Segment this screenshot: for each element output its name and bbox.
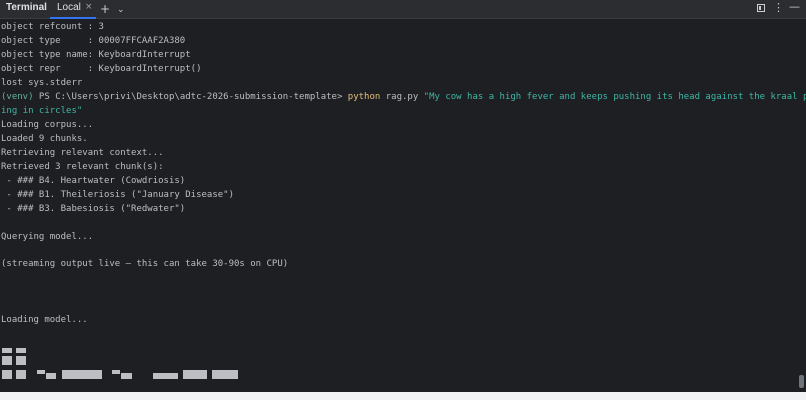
tool-window-title: Terminal bbox=[6, 2, 47, 13]
glyph-block bbox=[2, 370, 12, 379]
command-line: (venv) PS C:\Users\privi\Desktop\adtc-20… bbox=[1, 91, 806, 104]
output-line: object repr : KeyboardInterrupt() bbox=[1, 64, 202, 74]
output-line: - ### B1. Theileriosis ("January Disease… bbox=[1, 190, 234, 200]
glyph-block bbox=[46, 373, 56, 379]
output-line: object type name: KeyboardInterrupt bbox=[1, 50, 191, 60]
glyph-block bbox=[16, 348, 26, 353]
terminal-output[interactable]: object refcount : 3 object type : 00007F… bbox=[0, 20, 806, 392]
output-line: - ### B3. Babesiosis ("Redwater") bbox=[1, 204, 186, 214]
output-line: Retrieved 3 relevant chunk(s): bbox=[1, 162, 164, 172]
output-line: Retrieving relevant context... bbox=[1, 148, 164, 158]
glyph-block bbox=[62, 370, 102, 379]
glyph-block bbox=[183, 370, 207, 379]
chevron-down-icon[interactable]: ⌄ bbox=[117, 2, 125, 18]
venv-label: (venv) bbox=[1, 92, 34, 102]
shell-prompt: PS C:\Users\privi\Desktop\adtc-2026-subm… bbox=[33, 92, 348, 102]
plus-icon[interactable]: + bbox=[100, 1, 110, 17]
glyph-block bbox=[112, 370, 120, 374]
glyph-block bbox=[2, 348, 12, 353]
tab-local[interactable]: Local × bbox=[50, 0, 96, 19]
glyph-block bbox=[121, 373, 132, 379]
command-name: python bbox=[347, 92, 381, 102]
scrollbar-thumb[interactable] bbox=[799, 375, 804, 388]
output-line: Loaded 9 chunks. bbox=[1, 134, 88, 144]
layout-icon[interactable] bbox=[757, 4, 765, 12]
tab-label: Local bbox=[57, 2, 81, 13]
output-line: - ### B4. Heartwater (Cowdriosis) bbox=[1, 176, 186, 186]
command-string-wrap: ing in circles" bbox=[1, 106, 83, 116]
more-icon[interactable]: ⋮ bbox=[773, 0, 784, 16]
output-line: object refcount : 3 bbox=[1, 22, 104, 32]
output-line: lost sys.stderr bbox=[1, 78, 83, 88]
output-line: Loading model... bbox=[1, 315, 88, 325]
status-strip bbox=[0, 392, 806, 400]
close-icon[interactable]: × bbox=[85, 2, 93, 12]
glyph-block bbox=[37, 370, 45, 374]
output-line: object type : 00007FFCAAF2A380 bbox=[1, 36, 186, 46]
glyph-block bbox=[2, 356, 12, 365]
terminal-tool-window-header: Terminal Local × + ⌄ ⋮ — bbox=[0, 0, 806, 19]
glyph-block bbox=[212, 370, 238, 379]
output-line: (streaming output live — this can take 3… bbox=[1, 259, 289, 269]
output-line: Querying model... bbox=[1, 232, 94, 242]
command-string: "My cow has a high fever and keeps pushi… bbox=[423, 92, 806, 102]
glyph-block bbox=[16, 370, 26, 379]
command-arg: rag.py bbox=[380, 92, 424, 102]
glyph-block bbox=[153, 373, 178, 379]
minimize-icon[interactable]: — bbox=[789, 0, 800, 15]
glyph-block bbox=[16, 356, 26, 365]
output-line: Loading corpus... bbox=[1, 120, 94, 130]
